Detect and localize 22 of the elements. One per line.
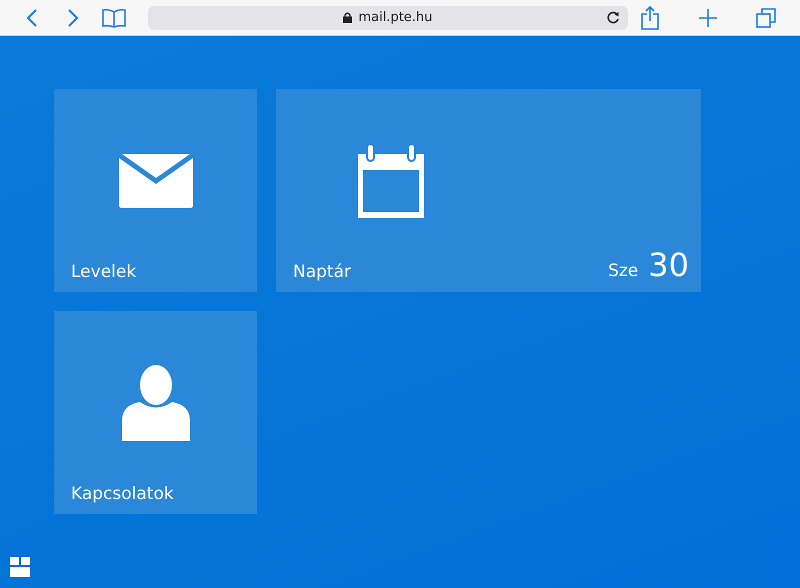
address-bar[interactable]: mail.pte.hu [148, 6, 628, 30]
chevron-right-icon[interactable] [66, 8, 79, 26]
date-day: 30 [648, 246, 689, 284]
calendar-icon [358, 144, 424, 218]
share-icon[interactable] [641, 6, 659, 30]
app-tile[interactable]: Kapcsolatok [54, 311, 257, 514]
envelope-icon [118, 154, 192, 208]
reload-icon[interactable] [606, 10, 620, 24]
chevron-left-icon[interactable] [26, 8, 38, 26]
plus-icon[interactable] [699, 8, 717, 26]
date-month: Sze [608, 261, 638, 281]
app-tile[interactable]: Naptár Sze 30 [276, 89, 701, 292]
tile-label: Naptár [293, 262, 351, 282]
tile-label: Kapcsolatok [71, 484, 174, 504]
url-text: mail.pte.hu [358, 10, 432, 25]
person-icon [122, 364, 190, 440]
app-tile[interactable]: Levelek [54, 89, 257, 292]
lock-icon [343, 12, 352, 23]
tabs-icon[interactable] [756, 8, 776, 28]
tiles-icon[interactable] [10, 557, 30, 577]
tile-label: Levelek [71, 262, 136, 282]
book-icon[interactable] [102, 8, 126, 28]
